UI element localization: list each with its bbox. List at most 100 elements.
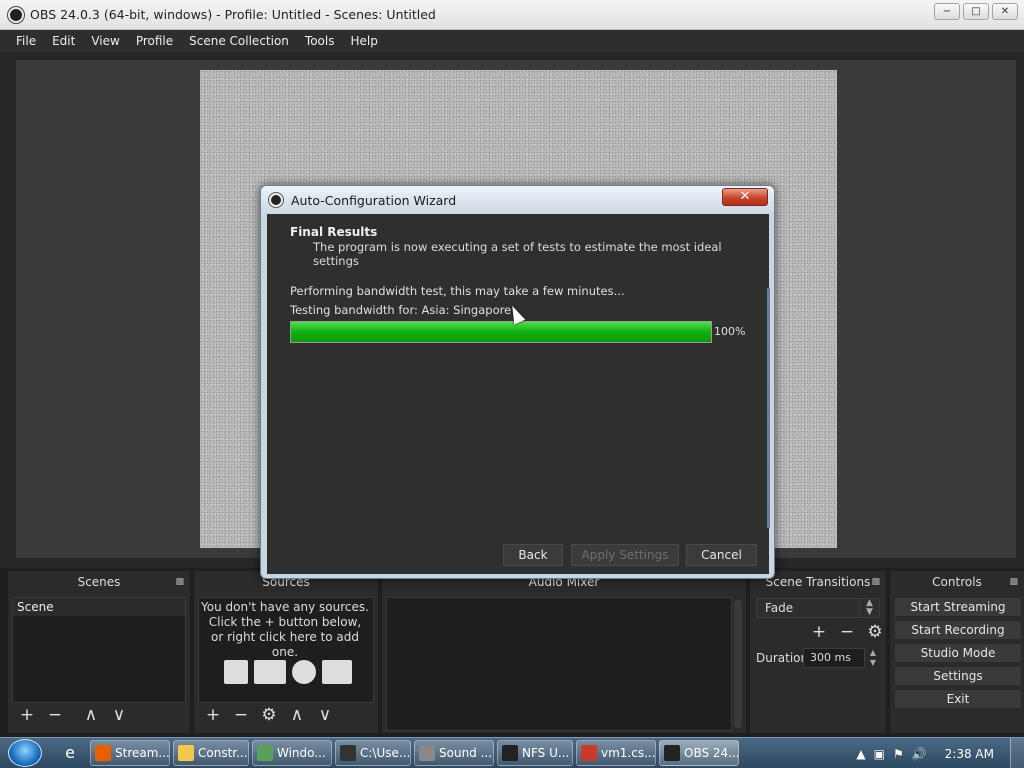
duration-input[interactable]: 300 ms [803, 648, 865, 668]
menu-help[interactable]: Help [342, 34, 385, 48]
start-streaming-button[interactable]: Start Streaming [894, 597, 1022, 617]
scenes-toolbar: + − ∧ ∨ [18, 705, 128, 725]
action-center-flag-icon[interactable]: ⚑ [893, 747, 904, 761]
sources-empty-line-1: You don't have any sources. [201, 600, 369, 614]
undock-icon[interactable]: ▩ [175, 571, 184, 593]
bandwidth-server-status: Testing bandwidth for: Asia: Singapore [290, 303, 512, 317]
sources-icons [224, 660, 352, 684]
add-icon[interactable]: + [810, 622, 828, 642]
window-titlebar: OBS 24.0.3 (64-bit, windows) - Profile: … [0, 0, 1024, 30]
taskbar-button[interactable]: Sound ... [414, 740, 494, 766]
mixer-panel [386, 597, 732, 731]
settings-button[interactable]: Settings [894, 666, 1022, 686]
menu-tools[interactable]: Tools [297, 34, 343, 48]
clock[interactable]: 2:38 AM [945, 747, 994, 761]
taskbar-button[interactable]: vm1.cs... [576, 740, 656, 766]
scenes-list[interactable]: Scene [12, 597, 186, 703]
taskbar-button[interactable]: Stream... [90, 740, 170, 766]
nfs-icon [502, 745, 518, 761]
volume-icon[interactable]: 🔊 [912, 747, 927, 761]
duration-label: Duration [756, 651, 809, 665]
move-up-icon[interactable]: ∧ [82, 705, 100, 725]
taskbar-button[interactable]: OBS 24... [659, 740, 739, 766]
tray-expand-icon[interactable]: ▲ [856, 747, 865, 761]
undock-icon[interactable]: ▩ [1009, 571, 1018, 593]
move-up-icon[interactable]: ∧ [288, 705, 306, 725]
window-controls: − □ ✕ [934, 3, 1018, 20]
menu-file[interactable]: File [8, 34, 44, 48]
exit-button[interactable]: Exit [894, 689, 1022, 709]
auto-config-dialog: Auto-Configuration Wizard ✕ Final Result… [260, 185, 775, 579]
mixer-scrollbar[interactable] [734, 600, 742, 728]
chevron-updown-icon: ▲ ▼ [859, 599, 879, 617]
gear-icon[interactable]: ⚙ [866, 622, 884, 642]
add-icon[interactable]: + [18, 705, 36, 725]
close-button[interactable]: ✕ [992, 3, 1018, 20]
apply-settings-button[interactable]: Apply Settings [571, 544, 679, 566]
taskbar-button-label: vm1.cs... [601, 746, 656, 760]
progress-fill [291, 322, 711, 342]
transition-selected-value: Fade [765, 601, 794, 615]
dialog-body: Final Results The program is now executi… [267, 214, 770, 574]
sources-empty-line-3: or right click here to add one. [210, 630, 360, 659]
remove-icon[interactable]: − [838, 622, 856, 642]
progress-bar [290, 321, 712, 343]
taskbar-button-label: NFS U... [522, 746, 570, 760]
dialog-heading: Final Results [290, 225, 378, 239]
gear-icon[interactable]: ⚙ [260, 705, 278, 725]
back-button[interactable]: Back [503, 544, 563, 566]
dialog-close-button[interactable]: ✕ [722, 188, 768, 206]
taskbar-button-label: Stream... [115, 746, 170, 760]
obs-app-icon [8, 6, 24, 23]
taskbar-button[interactable]: NFS U... [497, 740, 573, 766]
obs-app-icon [269, 193, 283, 207]
monitor-icon [257, 745, 273, 761]
add-icon[interactable]: + [204, 705, 222, 725]
network-icon[interactable]: ▣ [874, 747, 885, 761]
undock-icon[interactable]: ▩ [871, 571, 880, 593]
menu-profile[interactable]: Profile [128, 34, 181, 48]
controls-dock-header: Controls ▩ [890, 571, 1024, 593]
move-down-icon[interactable]: ∨ [316, 705, 334, 725]
bandwidth-status: Performing bandwidth test, this may take… [290, 284, 625, 298]
transition-select[interactable]: Fade ▲ ▼ [756, 598, 880, 618]
dialog-subheading: The program is now executing a set of te… [313, 240, 722, 268]
show-desktop-button[interactable] [1010, 738, 1024, 768]
dialog-titlebar: Auto-Configuration Wizard [261, 186, 774, 214]
sources-empty-line-2: Click the + button below, [208, 615, 362, 629]
taskbar-button-label: OBS 24... [684, 746, 739, 760]
remove-icon[interactable]: − [46, 705, 64, 725]
taskbar-button[interactable]: C:\Use... [335, 740, 411, 766]
list-item[interactable]: Scene [13, 598, 185, 616]
dialog-title: Auto-Configuration Wizard [291, 192, 457, 208]
start-recording-button[interactable]: Start Recording [894, 620, 1022, 640]
file-icon [581, 745, 597, 761]
transitions-dock-title: Scene Transitions [765, 575, 871, 589]
minimize-button[interactable]: − [934, 3, 960, 20]
taskbar: e Stream... Constr... Windo... C:\Use... Sou… [0, 737, 1024, 768]
studio-mode-button[interactable]: Studio Mode [894, 643, 1022, 663]
menu-view[interactable]: View [83, 34, 127, 48]
taskbar-task-list: Stream... Constr... Windo... C:\Use... Sound… [90, 740, 742, 766]
taskbar-button[interactable]: Constr... [173, 740, 249, 766]
taskbar-button-label: Constr... [198, 746, 248, 760]
window-title: OBS 24.0.3 (64-bit, windows) - Profile: … [30, 7, 436, 22]
move-down-icon[interactable]: ∨ [110, 705, 128, 725]
obs-icon [664, 745, 680, 761]
menu-edit[interactable]: Edit [44, 34, 83, 48]
taskbar-button-label: C:\Use... [360, 746, 411, 760]
cancel-button[interactable]: Cancel [686, 544, 757, 566]
duration-stepper[interactable]: ▲ ▼ [866, 648, 880, 668]
internet-explorer-icon[interactable]: e [56, 740, 84, 766]
progress-label: 100% [714, 325, 746, 338]
remove-icon[interactable]: − [232, 705, 250, 725]
maximize-button[interactable]: □ [963, 3, 989, 20]
taskbar-button[interactable]: Windo... [252, 740, 332, 766]
start-button[interactable] [8, 739, 42, 767]
menu-bar: File Edit View Profile Scene Collection … [0, 30, 1024, 52]
menu-scene-collection[interactable]: Scene Collection [181, 34, 297, 48]
camera-icon [322, 660, 352, 684]
sources-empty-message: You don't have any sources. Click the + … [198, 600, 372, 660]
folder-icon [178, 745, 194, 761]
sources-toolbar: + − ⚙ ∧ ∨ [204, 705, 334, 725]
